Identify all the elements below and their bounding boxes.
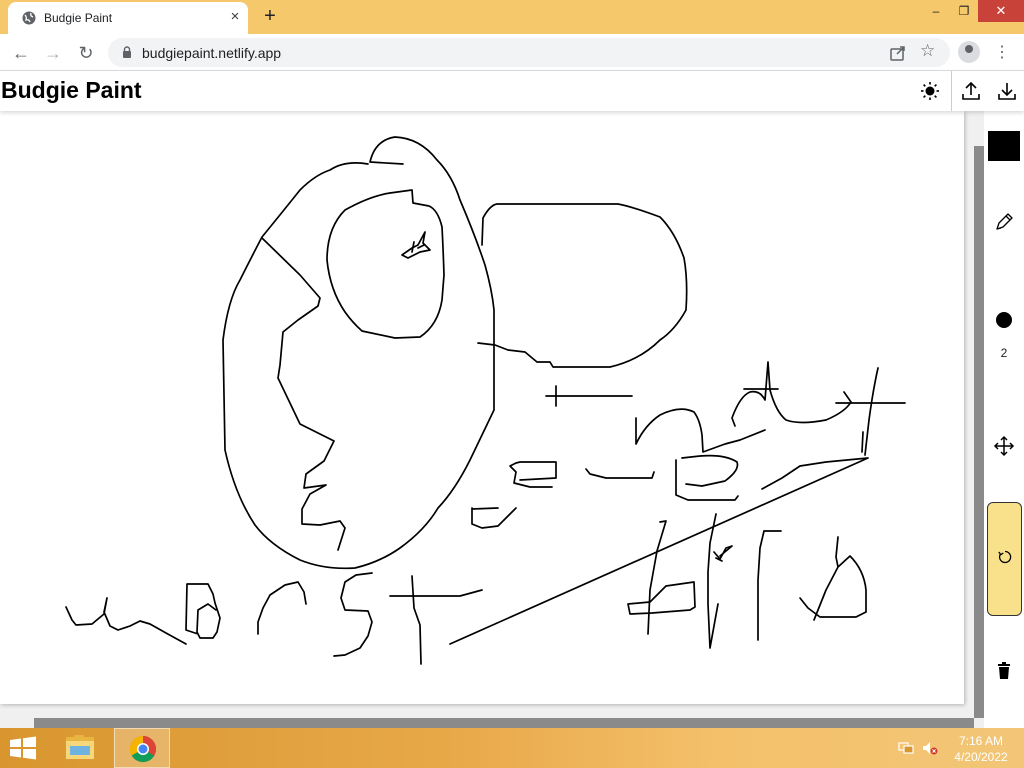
stroke-word-t1 <box>731 361 852 427</box>
stroke-letter-d <box>627 520 696 635</box>
upload-icon[interactable] <box>960 80 982 102</box>
back-arrow-icon[interactable]: ← <box>8 40 34 66</box>
stroke-arm-cross <box>545 385 633 407</box>
stroke-letter-b <box>185 583 221 639</box>
browser-tab[interactable]: Budgie Paint × <box>8 2 248 34</box>
stroke-letter-a2 <box>799 536 867 621</box>
app-header: Budgie Paint <box>0 71 1024 111</box>
vertical-scrollbar-thumb[interactable] <box>974 146 984 718</box>
taskbar-clock-date[interactable]: 4/20/2022 <box>952 750 1010 764</box>
stroke-letter-e <box>509 461 557 488</box>
horizontal-scrollbar-thumb[interactable] <box>34 718 974 728</box>
windows-start-icon[interactable] <box>9 736 37 760</box>
trash-icon[interactable] <box>992 659 1016 683</box>
file-explorer-taskbar-button[interactable] <box>52 728 108 768</box>
folder-icon <box>66 735 94 759</box>
globe-icon <box>22 11 36 25</box>
chrome-taskbar-button[interactable] <box>114 728 170 768</box>
stroke-eye-pupil <box>401 231 431 259</box>
lock-icon <box>123 46 131 58</box>
stroke-eye-outline <box>326 189 445 339</box>
browser-menu-icon[interactable]: ⋮ <box>994 42 1010 62</box>
chrome-icon <box>129 735 157 763</box>
stroke-body-blob <box>477 203 688 368</box>
stroke-letter-c2 <box>257 581 307 635</box>
download-icon[interactable] <box>996 80 1018 102</box>
stroke-word-a <box>635 408 766 453</box>
brush-size-dot[interactable] <box>996 312 1012 328</box>
drawing-strokes <box>65 136 906 665</box>
stroke-letter-u <box>585 468 655 479</box>
canvas-area <box>0 111 984 728</box>
stroke-word-t2 <box>835 367 906 456</box>
theme-toggle-icon[interactable] <box>919 80 941 102</box>
minimize-button[interactable]: ‒ <box>922 0 950 22</box>
undo-button[interactable] <box>987 502 1022 616</box>
new-tab-button[interactable]: + <box>258 4 282 28</box>
address-bar[interactable]: budgiepaint.netlify.app ☆ <box>108 38 950 67</box>
stroke-letter-r <box>757 530 782 641</box>
tab-close-icon[interactable]: × <box>226 8 244 26</box>
stroke-letter-w <box>65 597 187 645</box>
header-divider <box>951 71 952 111</box>
stroke-letter-s <box>333 572 373 657</box>
drawing-canvas[interactable] <box>0 111 964 704</box>
taskbar-clock-time[interactable]: 7:16 AM <box>956 734 1006 748</box>
share-icon[interactable] <box>888 43 908 63</box>
url-text: budgiepaint.netlify.app <box>142 45 282 61</box>
pencil-icon[interactable] <box>992 210 1016 234</box>
undo-rotate-icon <box>998 550 1012 564</box>
browser-titlebar: Budgie Paint × + ‒ ❐ ✕ <box>0 0 1024 34</box>
browser-toolbar: ← → ↻ budgiepaint.netlify.app ☆ ⋮ <box>0 34 1024 71</box>
stroke-letter-f <box>707 513 733 649</box>
tool-panel: 2 <box>984 111 1024 728</box>
move-arrows-icon[interactable] <box>992 434 1016 458</box>
volume-muted-icon[interactable] <box>922 741 938 755</box>
close-window-button[interactable]: ✕ <box>978 0 1024 22</box>
bookmark-star-icon[interactable]: ☆ <box>920 41 935 61</box>
stroke-letter-o <box>675 454 739 501</box>
profile-avatar-icon[interactable] <box>958 41 980 63</box>
forward-arrow-icon[interactable]: → <box>40 40 66 66</box>
stroke-letter-t3 <box>389 575 483 665</box>
color-picker-swatch[interactable] <box>988 131 1020 161</box>
brush-size-value: 2 <box>1000 346 1008 360</box>
network-icon[interactable] <box>898 741 914 755</box>
tab-title: Budgie Paint <box>44 11 113 25</box>
stroke-long-diagonal <box>449 457 869 645</box>
stroke-head-outline <box>222 136 495 570</box>
windows-taskbar: 7:16 AM 4/20/2022 <box>0 728 1024 768</box>
maximize-button[interactable]: ❐ <box>950 0 978 22</box>
app-title: Budgie Paint <box>1 77 142 103</box>
stroke-letter-c <box>471 507 517 529</box>
reload-icon[interactable]: ↻ <box>73 40 99 66</box>
